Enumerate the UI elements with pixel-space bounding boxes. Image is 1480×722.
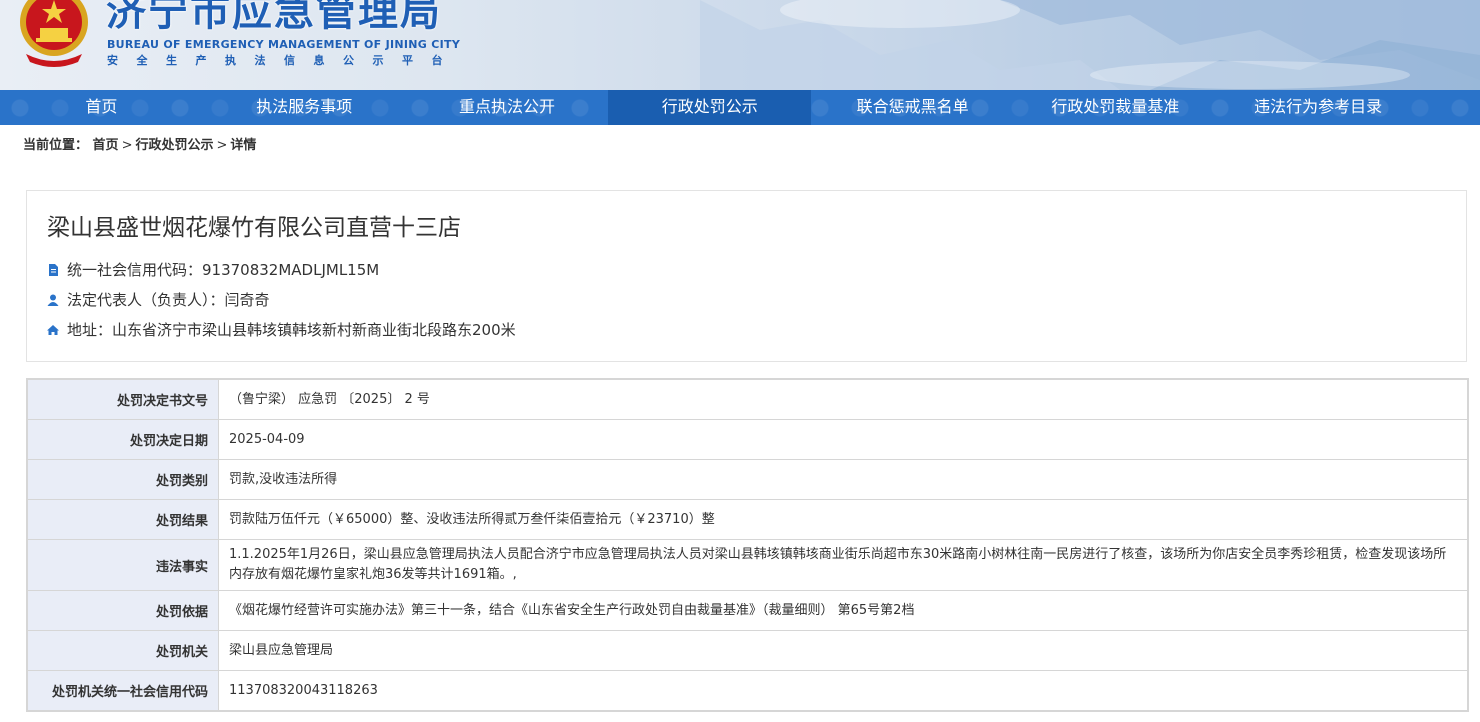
table-row: 处罚机关统一社会信用代码 113708320043118263	[27, 670, 1468, 711]
nav-enforcement-services[interactable]: 执法服务事项	[203, 90, 406, 125]
detail-value: 《烟花爆竹经营许可实施办法》第三十一条，结合《山东省安全生产行政处罚自由裁量基准…	[218, 590, 1468, 631]
address-row: 地址：山东省济宁市梁山县韩垓镇韩垓新村新商业街北段路东200米	[47, 319, 516, 340]
detail-value: （鲁宁梁） 应急罚 〔2025〕 2 号	[218, 379, 1468, 420]
detail-label: 处罚依据	[27, 590, 219, 631]
site-subtitle: 安全生产执法信息公示平台	[107, 54, 461, 67]
home-icon	[47, 324, 59, 335]
breadcrumb-prefix: 当前位置：	[23, 138, 89, 153]
table-row: 处罚类别 罚款,没收违法所得	[27, 459, 1468, 500]
detail-label: 处罚机关统一社会信用代码	[27, 670, 219, 711]
detail-label: 违法事实	[27, 539, 219, 591]
table-row: 处罚决定日期 2025-04-09	[27, 419, 1468, 460]
nav-penalty-disclosure[interactable]: 行政处罚公示	[608, 90, 812, 125]
table-row: 处罚依据 《烟花爆竹经营许可实施办法》第三十一条，结合《山东省安全生产行政处罚自…	[27, 590, 1468, 631]
company-card: 梁山县盛世烟花爆竹有限公司直营十三店 统一社会信用代码：91370832MADL…	[26, 190, 1467, 362]
legal-rep-row: 法定代表人（负责人）：闫奇奇	[47, 289, 270, 310]
table-row: 处罚决定书文号 （鲁宁梁） 应急罚 〔2025〕 2 号	[27, 379, 1468, 420]
national-emblem-icon	[20, 0, 88, 67]
detail-value: 2025-04-09	[218, 419, 1468, 460]
breadcrumb-separator: >	[216, 138, 228, 153]
breadcrumb-separator: >	[121, 138, 133, 153]
breadcrumb-current: 详情	[230, 138, 257, 153]
detail-value: 梁山县应急管理局	[218, 630, 1468, 671]
nav-blacklist[interactable]: 联合惩戒黑名单	[811, 90, 1014, 125]
detail-label: 处罚决定书文号	[27, 379, 219, 420]
detail-label: 处罚机关	[27, 630, 219, 671]
credit-code-row: 统一社会信用代码：91370832MADLJML15M	[47, 259, 379, 280]
detail-label: 处罚结果	[27, 499, 219, 540]
table-row: 违法事实 1.1.2025年1月26日，梁山县应急管理局执法人员配合济宁市应急管…	[27, 539, 1468, 591]
site-title: 济宁市应急管理局	[106, 0, 442, 35]
header-banner: 济宁市应急管理局 BUREAU OF EMERGENCY MANAGEMENT …	[0, 0, 1480, 90]
table-row: 处罚机关 梁山县应急管理局	[27, 630, 1468, 671]
breadcrumb-home-link[interactable]: 首页	[93, 138, 119, 153]
breadcrumb: 当前位置： 首页 > 行政处罚公示 > 详情	[23, 134, 256, 153]
breadcrumb-section-link[interactable]: 行政处罚公示	[135, 138, 213, 153]
detail-label: 处罚类别	[27, 459, 219, 500]
nav-penalty-benchmark[interactable]: 行政处罚裁量基准	[1014, 90, 1217, 125]
nav-key-enforcement[interactable]: 重点执法公开	[406, 90, 609, 125]
table-row: 处罚结果 罚款陆万伍仟元（￥65000）整、没收违法所得贰万叁仟柒佰壹拾元（￥2…	[27, 499, 1468, 540]
company-name: 梁山县盛世烟花爆竹有限公司直营十三店	[47, 215, 461, 241]
address-text: 地址：山东省济宁市梁山县韩垓镇韩垓新村新商业街北段路东200米	[67, 321, 516, 339]
document-icon	[49, 263, 58, 276]
user-icon	[47, 294, 59, 306]
nav-home[interactable]: 首页	[0, 90, 203, 125]
credit-code-text: 统一社会信用代码：91370832MADLJML15M	[67, 261, 380, 279]
nav-violation-catalog[interactable]: 违法行为参考目录	[1217, 90, 1420, 125]
site-english-title: BUREAU OF EMERGENCY MANAGEMENT OF JINING…	[107, 38, 461, 51]
penalty-detail-table: 处罚决定书文号 （鲁宁梁） 应急罚 〔2025〕 2 号 处罚决定日期 2025…	[26, 378, 1469, 712]
detail-label: 处罚决定日期	[27, 419, 219, 460]
detail-value: 1.1.2025年1月26日，梁山县应急管理局执法人员配合济宁市应急管理局执法人…	[218, 539, 1468, 591]
main-nav: 首页 执法服务事项 重点执法公开 行政处罚公示 联合惩戒黑名单 行政处罚裁量基准…	[0, 90, 1480, 125]
detail-value: 113708320043118263	[218, 670, 1468, 711]
legal-rep-text: 法定代表人（负责人）：闫奇奇	[67, 291, 270, 309]
detail-value: 罚款陆万伍仟元（￥65000）整、没收违法所得贰万叁仟柒佰壹拾元（￥23710）…	[218, 499, 1468, 540]
detail-value: 罚款,没收违法所得	[218, 459, 1468, 500]
